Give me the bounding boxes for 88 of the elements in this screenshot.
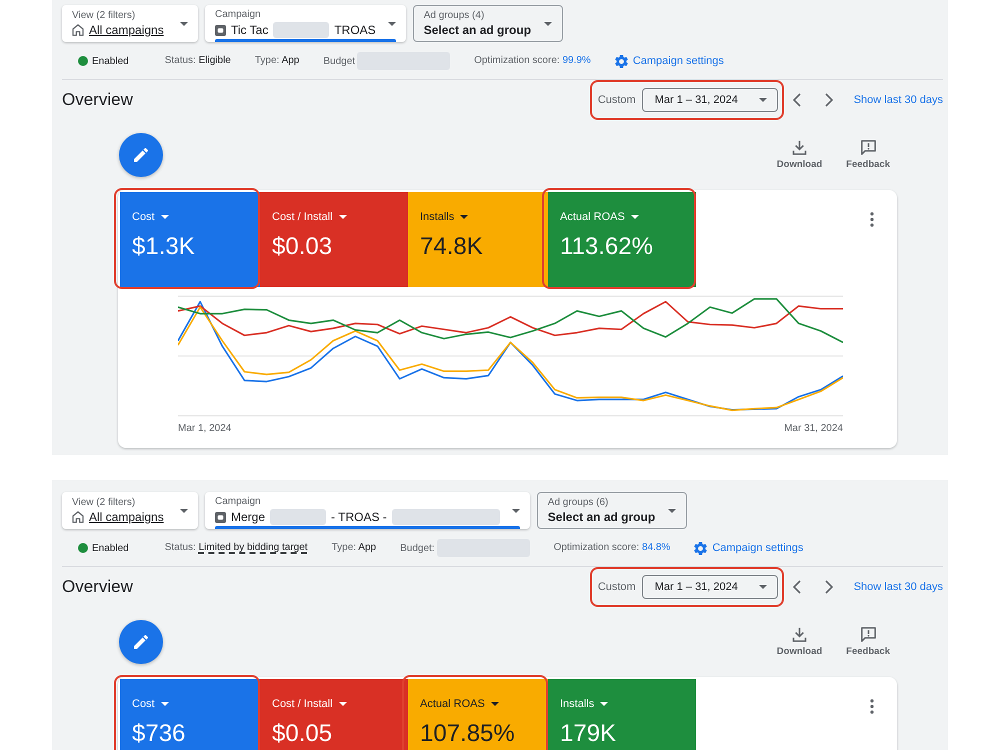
download-icon	[792, 140, 807, 155]
caret-icon	[668, 508, 676, 512]
view-dropdown[interactable]: View (2 filters) All campaigns	[62, 5, 198, 42]
caret-icon	[180, 508, 188, 512]
download-icon	[792, 627, 807, 642]
more-icon	[870, 698, 874, 714]
ad-group-dropdown[interactable]: Ad groups (4) Select an ad group	[412, 5, 563, 42]
more-icon	[870, 212, 874, 226]
edit-button[interactable]	[119, 620, 163, 664]
view-dropdown[interactable]: View (2 filters) All campaigns	[62, 492, 198, 529]
caret-icon	[630, 215, 639, 219]
overview-title: Overview	[62, 90, 133, 110]
feedback-button[interactable]: Feedback	[846, 627, 890, 657]
chart-date-label: Mar 1, 2024	[178, 423, 232, 434]
feedback-icon	[860, 627, 876, 642]
campaign-settings-link[interactable]: Campaign settings	[694, 542, 804, 554]
caret-icon	[600, 702, 608, 706]
edit-button[interactable]	[119, 133, 163, 177]
caret-icon	[160, 702, 169, 706]
caret-icon	[338, 215, 347, 219]
show-last-30-days-link[interactable]: Show last 30 days	[854, 581, 943, 593]
campaign-state-text: Enabled	[92, 56, 129, 66]
caret-icon	[460, 215, 468, 219]
metric-dropdown[interactable]: Actual ROAS	[560, 211, 639, 223]
home-icon	[72, 24, 84, 36]
overview-title: Overview	[62, 577, 133, 597]
caret-icon	[160, 215, 169, 219]
caret-icon	[388, 22, 396, 26]
metric-dropdown[interactable]: Cost / Install	[272, 211, 347, 223]
status-text: Status: Eligible	[164, 54, 231, 68]
campaign-settings-link[interactable]: Campaign settings	[614, 54, 724, 68]
metric-value: $0.03	[272, 233, 332, 261]
budget-label: Budget:	[400, 542, 435, 554]
app-icon	[215, 512, 226, 522]
metric-value: 113.62%	[560, 233, 653, 261]
feedback-button[interactable]: Feedback	[846, 140, 890, 170]
redacted-blur	[273, 22, 330, 38]
metric-dropdown[interactable]: Installs	[420, 211, 468, 223]
metric-dropdown[interactable]: Cost	[132, 211, 169, 223]
type-text: Type: App	[254, 54, 300, 68]
campaign-state-text: Enabled	[92, 542, 129, 554]
date-range-dropdown[interactable]: Mar 1 – 31, 2024	[642, 88, 778, 112]
chevron-right-icon	[824, 93, 833, 107]
metric-value: $0.05	[272, 720, 332, 748]
status-text: Status: Limited by bidding target	[164, 541, 308, 555]
caret-icon	[544, 22, 552, 26]
metric-dropdown[interactable]: Cost	[132, 698, 169, 710]
metric-value: 107.85%	[420, 720, 515, 748]
pencil-icon	[134, 148, 148, 162]
status-dot-icon	[78, 543, 88, 553]
ad-group-dropdown[interactable]: Ad groups (6) Select an ad group	[536, 492, 687, 529]
caret-icon	[338, 702, 347, 706]
date-range-label: Custom	[598, 94, 636, 106]
settings-icon	[614, 54, 628, 68]
chart-date-label: Mar 31, 2024	[784, 423, 843, 434]
optimization-score-text: Optimization score: 84.8%	[554, 541, 670, 555]
metric-value: 179K	[560, 720, 616, 748]
chevron-left-icon	[792, 580, 801, 594]
campaign-dropdown[interactable]: Campaign Merge - TROAS -	[205, 492, 530, 529]
download-button[interactable]: Download	[776, 140, 822, 170]
optimization-score-text: Optimization score: 99.9%	[474, 54, 591, 68]
chevron-right-icon	[824, 580, 833, 594]
show-last-30-days-link[interactable]: Show last 30 days	[854, 94, 943, 106]
campaign-dropdown[interactable]: Campaign Tic Tac TROAS	[205, 5, 406, 42]
redacted-blur	[270, 509, 326, 525]
date-range-dropdown[interactable]: Mar 1 – 31, 2024	[642, 575, 778, 599]
chevron-left-icon	[792, 93, 801, 107]
metric-value: 74.8K	[420, 233, 483, 261]
home-icon	[72, 511, 84, 523]
download-button[interactable]: Download	[776, 627, 822, 657]
metric-value: $736	[132, 720, 186, 748]
caret-icon	[490, 702, 499, 706]
metric-dropdown[interactable]: Installs	[560, 698, 608, 710]
app-icon	[215, 24, 226, 36]
pencil-icon	[134, 635, 148, 649]
metric-dropdown[interactable]: Actual ROAS	[420, 698, 499, 710]
caret-icon	[758, 585, 767, 589]
caret-icon	[512, 508, 520, 512]
settings-icon	[694, 542, 708, 554]
date-range-label: Custom	[598, 581, 636, 593]
feedback-icon	[860, 140, 876, 155]
metric-value: $1.3K	[132, 233, 195, 261]
type-text: Type: App	[332, 541, 376, 555]
caret-icon	[180, 22, 188, 26]
metric-dropdown[interactable]: Cost / Install	[272, 698, 347, 710]
status-dot-icon	[78, 56, 88, 66]
caret-icon	[758, 98, 767, 102]
budget-label: Budget	[323, 56, 356, 66]
